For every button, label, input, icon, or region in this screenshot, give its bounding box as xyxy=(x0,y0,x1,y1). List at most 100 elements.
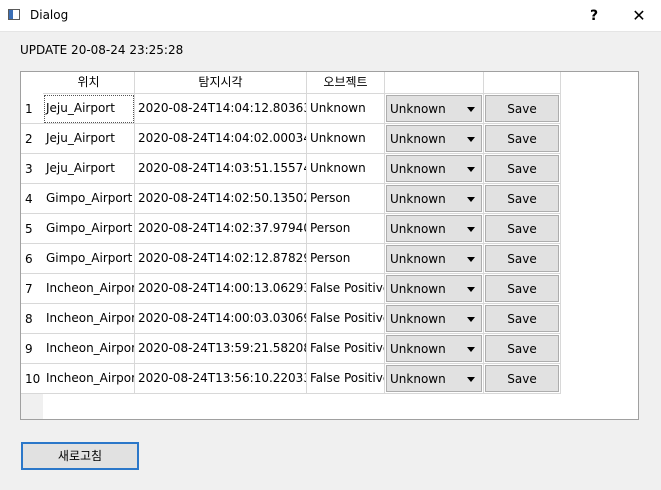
button-cell: Save xyxy=(484,274,561,304)
detection-time-cell[interactable]: 2020-08-24T14:00:03.030698 xyxy=(135,304,307,334)
save-button[interactable]: Save xyxy=(485,365,559,392)
row-number[interactable]: 7 xyxy=(21,274,43,304)
dropdown-value: Unknown xyxy=(390,282,446,296)
button-cell: Save xyxy=(484,334,561,364)
detection-time-cell[interactable]: 2020-08-24T14:02:50.135024 xyxy=(135,184,307,214)
dropdown-value: Unknown xyxy=(390,162,446,176)
object-class-dropdown[interactable]: Unknown xyxy=(386,185,482,212)
help-button[interactable]: ? xyxy=(572,0,616,31)
dropdown-value: Unknown xyxy=(390,312,446,326)
close-button[interactable]: ✕ xyxy=(617,0,661,31)
button-cell: Save xyxy=(484,154,561,184)
row-number[interactable]: 2 xyxy=(21,124,43,154)
object-class-dropdown[interactable]: Unknown xyxy=(386,335,482,362)
row-number[interactable]: 1 xyxy=(21,94,43,124)
object-class-dropdown[interactable]: Unknown xyxy=(386,215,482,242)
detection-time-cell[interactable]: 2020-08-24T14:04:02.000341 xyxy=(135,124,307,154)
object-cell[interactable]: Person xyxy=(307,244,385,274)
row-number[interactable]: 8 xyxy=(21,304,43,334)
detection-time-cell[interactable]: 2020-08-24T14:02:37.979406 xyxy=(135,214,307,244)
object-cell[interactable]: False Positive xyxy=(307,364,385,394)
row-number[interactable]: 4 xyxy=(21,184,43,214)
chevron-down-icon xyxy=(467,167,475,172)
detection-time-cell[interactable]: 2020-08-24T14:04:12.803634 xyxy=(135,94,307,124)
chevron-down-icon xyxy=(467,197,475,202)
window-icon xyxy=(8,9,20,20)
object-cell[interactable]: Unknown xyxy=(307,124,385,154)
dropdown-value: Unknown xyxy=(390,132,446,146)
window-title: Dialog xyxy=(30,8,69,22)
save-button[interactable]: Save xyxy=(485,95,559,122)
dropdown-value: Unknown xyxy=(390,192,446,206)
button-cell: Save xyxy=(484,364,561,394)
combo-cell: Unknown xyxy=(385,304,484,334)
dropdown-value: Unknown xyxy=(390,342,446,356)
object-class-dropdown[interactable]: Unknown xyxy=(386,275,482,302)
location-cell[interactable]: Incheon_Airport xyxy=(43,334,135,364)
location-cell[interactable]: Gimpo_Airport xyxy=(43,184,135,214)
title-bar: Dialog ? ✕ xyxy=(0,0,661,32)
dropdown-value: Unknown xyxy=(390,222,446,236)
object-cell[interactable]: False Positive xyxy=(307,334,385,364)
object-class-dropdown[interactable]: Unknown xyxy=(386,365,482,392)
chevron-down-icon xyxy=(467,137,475,142)
detection-table[interactable]: 위치 탐지시각 오브젝트 1 Jeju_Airport 2020-08-24T14:04:… xyxy=(20,71,639,420)
location-cell[interactable]: Jeju_Airport xyxy=(43,154,135,184)
location-cell[interactable]: Gimpo_Airport xyxy=(43,214,135,244)
chevron-down-icon xyxy=(467,377,475,382)
button-cell: Save xyxy=(484,214,561,244)
row-number[interactable]: 10 xyxy=(21,364,43,394)
location-cell[interactable]: Jeju_Airport xyxy=(43,124,135,154)
dropdown-value: Unknown xyxy=(390,252,446,266)
combo-cell: Unknown xyxy=(385,334,484,364)
object-class-dropdown[interactable]: Unknown xyxy=(386,305,482,332)
location-cell[interactable]: Gimpo_Airport xyxy=(43,244,135,274)
chevron-down-icon xyxy=(467,227,475,232)
save-button[interactable]: Save xyxy=(485,275,559,302)
combo-cell: Unknown xyxy=(385,94,484,124)
object-class-dropdown[interactable]: Unknown xyxy=(386,155,482,182)
detection-time-cell[interactable]: 2020-08-24T14:02:12.878298 xyxy=(135,244,307,274)
object-cell[interactable]: Unknown xyxy=(307,154,385,184)
row-number[interactable]: 5 xyxy=(21,214,43,244)
detection-time-cell[interactable]: 2020-08-24T14:03:51.155744 xyxy=(135,154,307,184)
chevron-down-icon xyxy=(467,347,475,352)
object-cell[interactable]: False Positive xyxy=(307,304,385,334)
header-location[interactable]: 위치 xyxy=(43,72,135,94)
object-cell[interactable]: False Positive xyxy=(307,274,385,304)
detection-time-cell[interactable]: 2020-08-24T14:00:13.062935 xyxy=(135,274,307,304)
save-button[interactable]: Save xyxy=(485,185,559,212)
row-number[interactable]: 9 xyxy=(21,334,43,364)
detection-time-cell[interactable]: 2020-08-24T13:59:21.582083 xyxy=(135,334,307,364)
save-button[interactable]: Save xyxy=(485,245,559,272)
row-number[interactable]: 3 xyxy=(21,154,43,184)
location-cell[interactable]: Incheon_Airport xyxy=(43,364,135,394)
location-cell[interactable]: Jeju_Airport xyxy=(43,94,135,124)
location-cell[interactable]: Incheon_Airport xyxy=(43,274,135,304)
save-button[interactable]: Save xyxy=(485,215,559,242)
chevron-down-icon xyxy=(467,257,475,262)
button-cell: Save xyxy=(484,304,561,334)
save-button[interactable]: Save xyxy=(485,155,559,182)
header-object[interactable]: 오브젝트 xyxy=(307,72,385,94)
header-detection-time[interactable]: 탐지시각 xyxy=(135,72,307,94)
save-button[interactable]: Save xyxy=(485,305,559,332)
button-cell: Save xyxy=(484,184,561,214)
save-button[interactable]: Save xyxy=(485,335,559,362)
save-button[interactable]: Save xyxy=(485,125,559,152)
object-class-dropdown[interactable]: Unknown xyxy=(386,125,482,152)
object-cell[interactable]: Person xyxy=(307,214,385,244)
chevron-down-icon xyxy=(467,317,475,322)
object-class-dropdown[interactable]: Unknown xyxy=(386,95,482,122)
chevron-down-icon xyxy=(467,287,475,292)
detection-time-cell[interactable]: 2020-08-24T13:56:10.220336 xyxy=(135,364,307,394)
object-cell[interactable]: Unknown xyxy=(307,94,385,124)
header-combo[interactable] xyxy=(385,72,484,94)
header-action[interactable] xyxy=(484,72,561,94)
table-corner xyxy=(21,72,43,94)
object-cell[interactable]: Person xyxy=(307,184,385,214)
location-cell[interactable]: Incheon_Airport xyxy=(43,304,135,334)
refresh-button[interactable]: 새로고침 xyxy=(21,442,139,470)
row-number[interactable]: 6 xyxy=(21,244,43,274)
object-class-dropdown[interactable]: Unknown xyxy=(386,245,482,272)
